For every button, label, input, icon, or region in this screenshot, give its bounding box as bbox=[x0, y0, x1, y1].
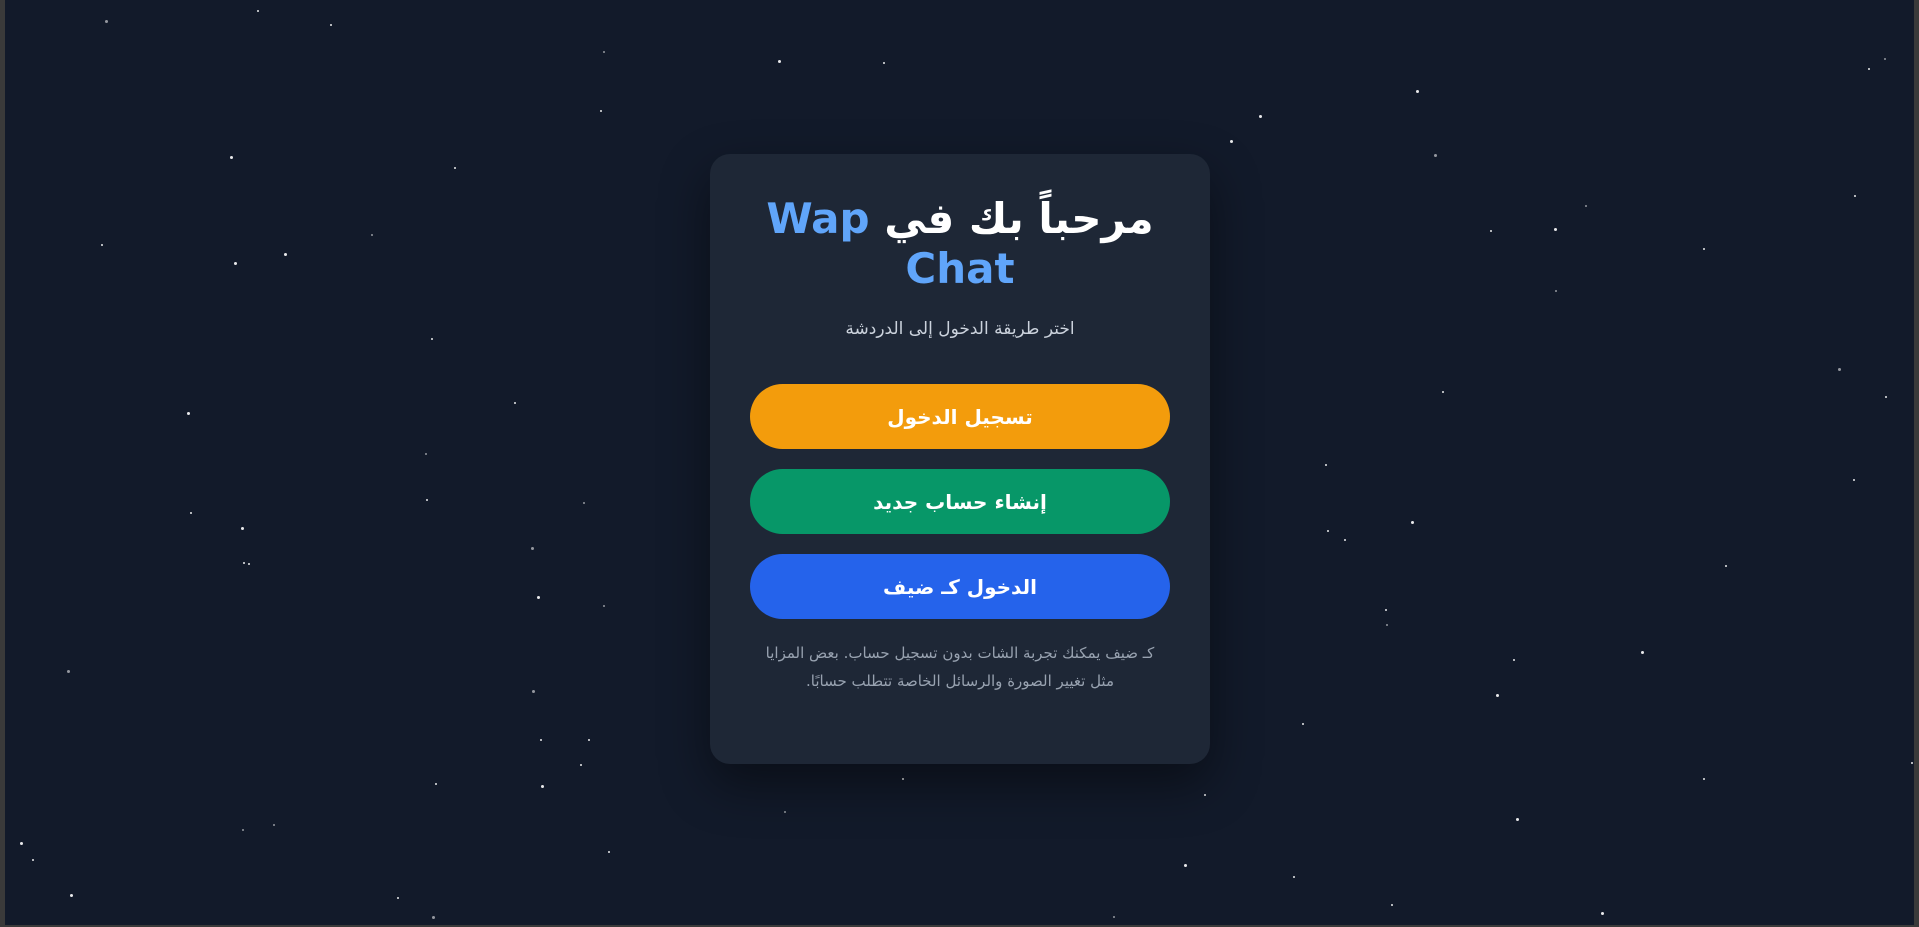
star-dot bbox=[1555, 290, 1557, 292]
star-dot bbox=[187, 412, 190, 415]
star-dot bbox=[540, 739, 542, 741]
star-dot bbox=[580, 764, 582, 766]
star-dot bbox=[1641, 651, 1644, 654]
star-dot bbox=[330, 24, 332, 26]
star-dot bbox=[1391, 904, 1393, 906]
star-dot bbox=[1385, 609, 1387, 611]
star-dot bbox=[1703, 778, 1705, 780]
star-dot bbox=[1386, 624, 1388, 626]
star-dot bbox=[431, 338, 433, 340]
star-dot bbox=[1868, 68, 1870, 70]
star-dot bbox=[432, 916, 435, 919]
star-dot bbox=[248, 563, 250, 565]
star-dot bbox=[1725, 565, 1727, 567]
star-dot bbox=[1854, 195, 1856, 197]
star-dot bbox=[603, 605, 605, 607]
star-dot bbox=[1230, 140, 1233, 143]
star-dot bbox=[1434, 154, 1437, 157]
welcome-card: مرحباً بك في Wap Chat اختر طريقة الدخول … bbox=[710, 154, 1210, 764]
welcome-title: مرحباً بك في Wap Chat bbox=[750, 194, 1170, 294]
star-dot bbox=[371, 234, 373, 236]
register-button[interactable]: إنشاء حساب جديد bbox=[750, 469, 1170, 534]
star-dot bbox=[1601, 912, 1604, 915]
login-button[interactable]: تسجيل الدخول bbox=[750, 384, 1170, 449]
star-dot bbox=[1703, 248, 1705, 250]
star-dot bbox=[1327, 530, 1329, 532]
app-window: مرحباً بك في Wap Chat اختر طريقة الدخول … bbox=[5, 0, 1914, 925]
star-dot bbox=[537, 596, 540, 599]
star-dot bbox=[1490, 230, 1492, 232]
star-dot bbox=[230, 156, 233, 159]
star-dot bbox=[67, 670, 70, 673]
star-dot bbox=[273, 824, 275, 826]
welcome-subtitle: اختر طريقة الدخول إلى الدردشة bbox=[845, 319, 1075, 339]
star-dot bbox=[1442, 391, 1444, 393]
star-dot bbox=[600, 110, 602, 112]
star-dot bbox=[514, 402, 516, 404]
star-dot bbox=[1259, 115, 1262, 118]
star-dot bbox=[1293, 876, 1295, 878]
guest-note: كـ ضيف يمكنك تجربة الشات بدون تسجيل حساب… bbox=[765, 644, 1155, 690]
star-dot bbox=[1516, 818, 1519, 821]
star-dot bbox=[32, 859, 34, 861]
star-dot bbox=[101, 244, 103, 246]
star-dot bbox=[105, 20, 108, 23]
star-dot bbox=[1113, 916, 1115, 918]
star-dot bbox=[425, 453, 427, 455]
star-dot bbox=[1416, 90, 1419, 93]
star-dot bbox=[284, 253, 287, 256]
star-dot bbox=[1411, 521, 1414, 524]
star-dot bbox=[426, 499, 428, 501]
star-dot bbox=[70, 894, 73, 897]
star-dot bbox=[397, 897, 399, 899]
star-dot bbox=[234, 262, 237, 265]
star-dot bbox=[241, 527, 244, 530]
star-dot bbox=[541, 785, 544, 788]
star-dot bbox=[583, 502, 585, 504]
star-dot bbox=[1838, 368, 1841, 371]
star-dot bbox=[1496, 694, 1499, 697]
star-dot bbox=[1513, 659, 1515, 661]
star-dot bbox=[883, 62, 885, 64]
star-dot bbox=[588, 739, 590, 741]
star-dot bbox=[1911, 762, 1913, 764]
star-dot bbox=[435, 783, 437, 785]
guest-login-button[interactable]: الدخول كـ ضيف bbox=[750, 554, 1170, 619]
star-dot bbox=[778, 60, 781, 63]
star-dot bbox=[1885, 396, 1887, 398]
star-dot bbox=[1184, 864, 1187, 867]
star-dot bbox=[1344, 539, 1346, 541]
star-dot bbox=[190, 512, 192, 514]
star-dot bbox=[1325, 464, 1327, 466]
star-dot bbox=[902, 778, 904, 780]
star-dot bbox=[20, 842, 23, 845]
star-dot bbox=[784, 811, 786, 813]
star-dot bbox=[608, 851, 610, 853]
star-dot bbox=[1302, 723, 1304, 725]
star-dot bbox=[1204, 794, 1206, 796]
star-dot bbox=[257, 10, 259, 12]
star-dot bbox=[454, 167, 456, 169]
welcome-title-prefix: مرحباً بك في bbox=[884, 194, 1154, 243]
star-dot bbox=[531, 547, 534, 550]
star-dot bbox=[532, 690, 535, 693]
star-dot bbox=[242, 829, 244, 831]
star-dot bbox=[1585, 205, 1587, 207]
star-dot bbox=[243, 562, 245, 564]
star-dot bbox=[1554, 228, 1557, 231]
star-dot bbox=[603, 51, 605, 53]
star-dot bbox=[1884, 58, 1886, 60]
star-dot bbox=[1853, 479, 1855, 481]
